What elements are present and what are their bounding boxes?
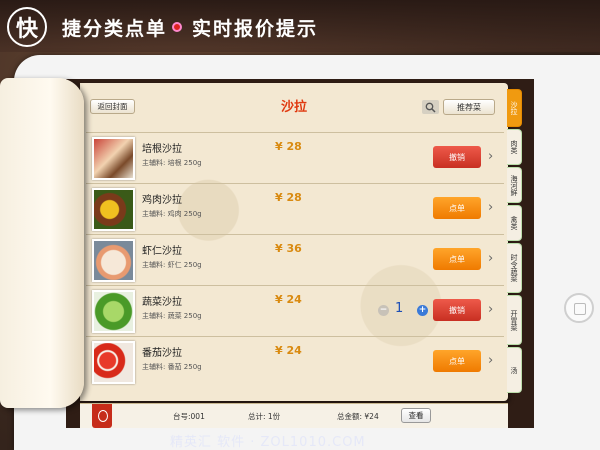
tab-seafood[interactable]: 海河鲜 — [507, 167, 522, 203]
dish-ingredients: 主辅料: 番茄 250g — [142, 363, 202, 371]
dish-ingredients: 主辅料: 蔬菜 250g — [142, 312, 202, 320]
dish-name: 番茄沙拉 — [142, 348, 182, 359]
chevron-right-icon[interactable]: › — [488, 251, 493, 266]
menu-row: 蔬菜沙拉 主辅料: 蔬菜 250g ¥ 24 − 1 + 撤销 › — [86, 285, 504, 336]
dish-ingredients: 主辅料: 培根 250g — [142, 159, 202, 167]
dish-photo — [92, 188, 135, 231]
tab-soup[interactable]: 汤 — [507, 347, 522, 393]
recommended-dishes-button[interactable]: 推荐菜 — [443, 99, 495, 115]
brand-logo-icon — [92, 404, 112, 428]
dish-photo — [92, 137, 135, 180]
dish-price: ¥ 28 — [275, 191, 302, 204]
quantity-value: 1 — [395, 301, 404, 316]
order-button[interactable]: 点单 — [433, 197, 481, 219]
dish-price: ¥ 28 — [275, 140, 302, 153]
promo-banner: 快 捷分类点单 实时报价提示 — [0, 0, 600, 52]
order-button[interactable]: 点单 — [433, 248, 481, 270]
banner-text-right: 实时报价提示 — [192, 18, 319, 40]
dish-name: 蔬菜沙拉 — [142, 297, 182, 308]
tab-salad[interactable]: 沙拉 — [507, 89, 522, 127]
order-summary-bar: 台号:001 总计: 1份 总金额: ¥24 查看 — [80, 403, 508, 428]
menu-page: 返回封面 沙拉 推荐菜 培根沙拉 主辅料: 培根 250g ¥ 28 撤销 › … — [80, 83, 508, 401]
increase-quantity-icon[interactable]: + — [417, 305, 428, 316]
dot-icon — [172, 22, 182, 32]
tab-poultry[interactable]: 禽类 — [507, 205, 522, 241]
menu-row: 培根沙拉 主辅料: 培根 250g ¥ 28 撤销 › — [86, 132, 504, 183]
dish-ingredients: 主辅料: 鸡肉 250g — [142, 210, 202, 218]
banner-text-left: 捷分类点单 — [62, 18, 168, 40]
dish-price: ¥ 36 — [275, 242, 302, 255]
menu-row: 番茄沙拉 主辅料: 番茄 250g ¥ 24 点单 › — [86, 336, 504, 387]
logo-icon: 快 — [7, 7, 47, 47]
dish-ingredients: 主辅料: 虾仁 250g — [142, 261, 202, 269]
table-number: 台号:001 — [173, 412, 205, 421]
chevron-right-icon[interactable]: › — [488, 200, 493, 215]
home-button[interactable] — [564, 293, 594, 323]
watermark: 精英汇 软件 · ZOL1010.COM — [170, 435, 366, 450]
menu-cover[interactable] — [0, 78, 84, 408]
dish-price: ¥ 24 — [275, 344, 302, 357]
menu-row: 鸡肉沙拉 主辅料: 鸡肉 250g ¥ 28 点单 › — [86, 183, 504, 234]
dish-photo — [92, 341, 135, 384]
dish-photo — [92, 290, 135, 333]
dish-name: 培根沙拉 — [142, 144, 182, 155]
search-icon[interactable] — [422, 100, 439, 114]
tab-seasonal-vegetables[interactable]: 时令蔬菜 — [507, 243, 522, 293]
cancel-order-button[interactable]: 撤销 — [433, 299, 481, 321]
chevron-right-icon[interactable]: › — [488, 353, 493, 368]
view-order-button[interactable]: 查看 — [401, 408, 431, 423]
chevron-right-icon[interactable]: › — [488, 302, 493, 317]
dish-price: ¥ 24 — [275, 293, 302, 306]
menu-row: 虾仁沙拉 主辅料: 虾仁 250g ¥ 36 点单 › — [86, 234, 504, 285]
tab-appetizers[interactable]: 开胃菜 — [507, 295, 522, 345]
chevron-right-icon[interactable]: › — [488, 149, 493, 164]
dish-photo — [92, 239, 135, 282]
dish-name: 虾仁沙拉 — [142, 246, 182, 257]
total-amount: 总金额: ¥24 — [337, 412, 379, 421]
decrease-quantity-icon[interactable]: − — [378, 305, 389, 316]
total-count: 总计: 1份 — [248, 412, 281, 421]
dish-name: 鸡肉沙拉 — [142, 195, 182, 206]
tab-meat[interactable]: 肉类 — [507, 129, 522, 165]
order-button[interactable]: 点单 — [433, 350, 481, 372]
cancel-order-button[interactable]: 撤销 — [433, 146, 481, 168]
